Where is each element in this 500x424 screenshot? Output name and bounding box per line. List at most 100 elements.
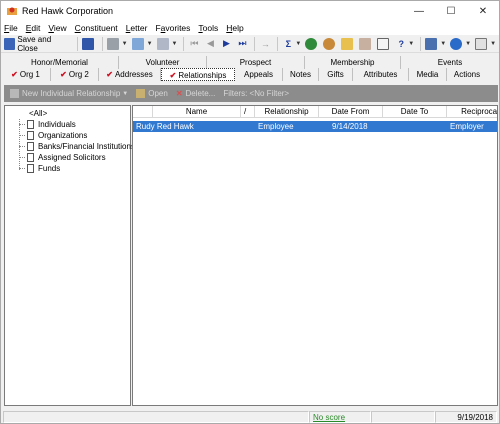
preview-button[interactable]: ▼	[131, 36, 154, 51]
tools-button[interactable]: ▼	[424, 36, 447, 51]
print-button[interactable]: ▼	[106, 36, 129, 51]
tree-item-assigned-solicitors[interactable]: Assigned Solicitors	[19, 152, 135, 163]
tab-gifts[interactable]: Gifts	[319, 68, 353, 81]
tree-root-all[interactable]: <All>	[29, 109, 135, 119]
help-button[interactable]: ? ▼	[394, 36, 415, 51]
document-icon	[27, 164, 34, 173]
save-icon	[81, 37, 94, 50]
toolbar-separator	[277, 36, 279, 51]
tree-item-funds[interactable]: Funds	[19, 163, 135, 174]
cell-date-from: 9/14/2018	[332, 122, 368, 131]
open-button[interactable]: Open	[136, 89, 168, 98]
tab-notes[interactable]: Notes	[283, 68, 319, 81]
column-header-indicator[interactable]	[133, 106, 153, 118]
new-relationship-button[interactable]: New Individual Relationship ▼	[10, 89, 128, 98]
chevron-down-icon: ▼	[121, 40, 128, 47]
tree-icon	[305, 37, 318, 50]
tab-actions[interactable]: Actions	[447, 68, 487, 81]
column-header-relationship[interactable]: Relationship	[255, 106, 319, 118]
window-controls: — ☐ ✕	[403, 1, 499, 21]
tab-appeals[interactable]: Appeals	[235, 68, 283, 81]
delete-icon: ✕	[175, 89, 183, 98]
menu-favorites[interactable]: Favorites	[155, 23, 190, 33]
main-toolbar: Save and Close ▼ ▼ ▼ ⏮ ◀ ▶ ⏭ → Σ ▼ ? ▼ ▼ ▼…	[1, 35, 499, 53]
check-icon: ✔	[11, 70, 18, 79]
check-icon: ✔	[106, 70, 113, 79]
tab-org-2[interactable]: ✔ Org 2	[51, 68, 99, 81]
last-icon: ⏭	[238, 38, 247, 48]
chevron-down-icon: ▼	[295, 40, 302, 47]
refresh-icon	[323, 37, 336, 50]
chevron-down-icon: ▼	[146, 40, 153, 47]
column-header-reciprocal[interactable]: Reciprocal	[447, 106, 497, 118]
prev-icon: ◀	[206, 38, 214, 48]
web-icon	[450, 37, 463, 50]
delete-button[interactable]: ✕ Delete...	[176, 89, 216, 98]
sum-icon: Σ	[285, 38, 292, 49]
toolbar-separator	[420, 36, 422, 51]
column-header-date-to[interactable]: Date To	[383, 106, 447, 118]
tab-media[interactable]: Media	[409, 68, 447, 81]
maximize-button[interactable]: ☐	[435, 1, 467, 21]
tab-addresses[interactable]: ✔ Addresses	[99, 68, 161, 81]
menu-constituent[interactable]: Constituent	[75, 23, 118, 33]
status-date: 9/19/2018	[435, 411, 497, 423]
tree-item-banks[interactable]: Banks/Financial Institutions	[19, 141, 135, 152]
save-and-close-button[interactable]: Save and Close	[3, 35, 72, 53]
filters-button[interactable]: Filters: <No Filter>	[223, 89, 289, 98]
last-record-button[interactable]: ⏭	[235, 36, 249, 51]
check-icon: ✔	[60, 70, 67, 79]
cell-relationship: Employee	[258, 122, 294, 131]
menu-tools[interactable]: Tools	[198, 23, 218, 33]
toolbar-separator	[254, 36, 256, 51]
folder-button[interactable]	[340, 36, 356, 51]
props-icon	[156, 37, 169, 50]
next-record-button[interactable]: ▶	[219, 36, 233, 51]
status-bar: No score 9/19/2018	[1, 410, 499, 424]
web-button[interactable]: ▼	[449, 36, 472, 51]
summary-button[interactable]: Σ ▼	[281, 36, 302, 51]
cell-date-to	[393, 121, 447, 132]
tree-item-individuals[interactable]: Individuals	[19, 119, 135, 130]
column-header-date-from[interactable]: Date From	[319, 106, 383, 118]
close-button[interactable]: ✕	[467, 1, 499, 21]
menu-view[interactable]: View	[48, 23, 66, 33]
first-record-button[interactable]: ⏮	[187, 36, 201, 51]
table-row[interactable]: Rudy Red Hawk Employee 9/14/2018 Employe…	[133, 121, 497, 132]
minimize-button[interactable]: —	[403, 1, 435, 21]
chevron-down-icon: ▼	[122, 90, 129, 97]
tree-button[interactable]	[304, 36, 320, 51]
tab-org-1[interactable]: ✔ Org 1	[1, 68, 51, 81]
save-button[interactable]	[81, 36, 97, 51]
envelope-button[interactable]	[376, 36, 392, 51]
column-header-name[interactable]: Name	[153, 106, 241, 118]
print-icon	[106, 37, 119, 50]
window-title: Red Hawk Corporation	[22, 6, 114, 16]
properties-button[interactable]: ▼	[156, 36, 179, 51]
tab-attributes[interactable]: Attributes	[353, 68, 409, 81]
chevron-down-icon: ▼	[171, 40, 178, 47]
status-empty	[371, 411, 435, 423]
menu-edit[interactable]: Edit	[26, 23, 41, 33]
goto-icon: →	[260, 38, 270, 49]
folder-icon	[341, 37, 354, 50]
notes-button[interactable]: ▼	[474, 36, 497, 51]
help-icon: ?	[398, 38, 405, 49]
menu-letter[interactable]: Letter	[126, 23, 148, 33]
previous-record-button[interactable]: ◀	[203, 36, 217, 51]
chevron-down-icon: ▼	[440, 40, 447, 47]
chevron-down-icon: ▼	[490, 40, 497, 47]
check-icon: ✔	[169, 71, 177, 80]
tree-item-organizations[interactable]: Organizations	[19, 130, 135, 141]
card-button[interactable]	[358, 36, 374, 51]
refresh-button[interactable]	[322, 36, 338, 51]
notes-icon	[475, 37, 488, 50]
new-relationship-icon	[10, 89, 19, 98]
column-header-sort[interactable]: /	[241, 106, 255, 118]
document-icon	[27, 153, 34, 162]
tab-relationships[interactable]: ✔ Relationships	[161, 68, 235, 81]
goto-button[interactable]: →	[258, 36, 272, 51]
menu-file[interactable]: File	[4, 23, 18, 33]
status-score[interactable]: No score	[309, 411, 371, 423]
menu-help[interactable]: Help	[226, 23, 243, 33]
